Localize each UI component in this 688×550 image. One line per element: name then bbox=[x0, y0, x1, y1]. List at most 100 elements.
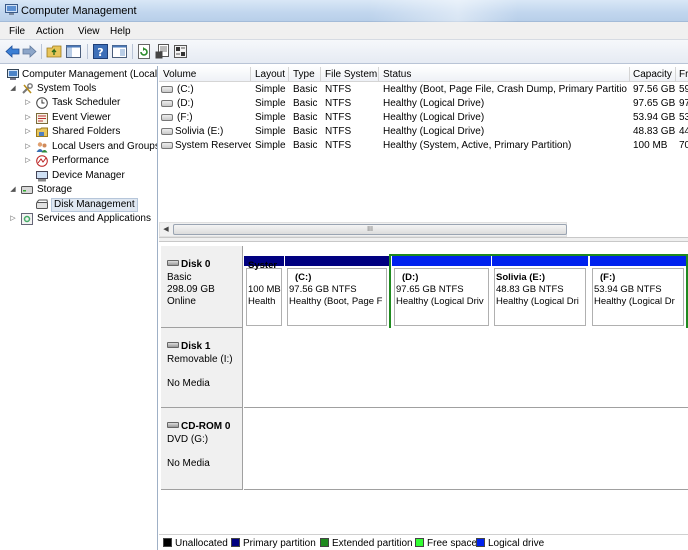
cdrom-0-info[interactable]: CD-ROM 0 DVD (G:) No Media bbox=[161, 408, 243, 490]
legend-swatch bbox=[163, 538, 172, 547]
users-icon bbox=[36, 142, 48, 153]
volume-icon bbox=[161, 128, 173, 135]
legend-swatch bbox=[320, 538, 329, 547]
expand-arrow-icon[interactable]: ▷ bbox=[24, 154, 32, 168]
properties-icon[interactable] bbox=[111, 43, 128, 60]
menu-help[interactable]: Help bbox=[110, 26, 131, 37]
tree-performance[interactable]: ▷ Performance bbox=[0, 154, 157, 168]
column-header-capacity[interactable]: Capacity bbox=[633, 69, 672, 80]
tree-task-scheduler[interactable]: ▷ Task Scheduler bbox=[0, 96, 157, 110]
column-header-type[interactable]: Type bbox=[293, 69, 315, 80]
disk-name: Disk 0 bbox=[167, 259, 210, 270]
partition-color-bar bbox=[392, 256, 491, 266]
partition-e[interactable]: Solivia (E:) 48.83 GB NTFS Healthy (Logi… bbox=[492, 256, 588, 328]
disk-0-info[interactable]: Disk 0 Basic 298.09 GB Online bbox=[161, 246, 243, 328]
storage-icon bbox=[21, 186, 33, 194]
volume-row[interactable]: (F:) Simple Basic NTFS Healthy (Logical … bbox=[159, 111, 688, 125]
disk-name: Disk 1 bbox=[167, 341, 210, 352]
legend-swatch bbox=[231, 538, 240, 547]
volume-icon bbox=[161, 86, 173, 93]
legend-primary: Primary partition bbox=[231, 538, 316, 549]
tools-icon bbox=[22, 83, 33, 94]
performance-icon bbox=[36, 155, 48, 167]
menu-bar: File Action View Help bbox=[0, 22, 688, 40]
title-bar[interactable]: Computer Management bbox=[0, 0, 688, 22]
tree-services-applications[interactable]: ▷ Services and Applications bbox=[0, 212, 157, 226]
partition-color-bar bbox=[285, 256, 389, 266]
volume-icon bbox=[161, 142, 173, 149]
expand-arrow-icon[interactable]: ▷ bbox=[9, 212, 17, 226]
expand-arrow-icon[interactable]: ▷ bbox=[24, 140, 32, 154]
tree-storage[interactable]: ◢ Storage bbox=[0, 183, 157, 197]
refresh-icon[interactable] bbox=[136, 43, 153, 60]
title-glow bbox=[368, 0, 518, 22]
disk-name: CD-ROM 0 bbox=[167, 421, 230, 432]
clock-icon bbox=[36, 97, 48, 109]
volume-row[interactable]: Solivia (E:) Simple Basic NTFS Healthy (… bbox=[159, 125, 688, 139]
tree-system-tools[interactable]: ◢ System Tools bbox=[0, 82, 157, 96]
menu-file[interactable]: File bbox=[9, 26, 25, 37]
collapse-arrow-icon[interactable]: ◢ bbox=[9, 183, 17, 197]
toolbar: ? bbox=[0, 40, 688, 64]
forward-arrow-icon[interactable] bbox=[21, 43, 38, 60]
tree-disk-management[interactable]: Disk Management bbox=[0, 198, 157, 212]
column-header-volume[interactable]: Volume bbox=[163, 69, 196, 80]
show-hide-console-tree-icon[interactable] bbox=[65, 43, 82, 60]
cd-drive-icon bbox=[167, 422, 179, 428]
volume-row[interactable]: System Reserved Simple Basic NTFS Health… bbox=[159, 139, 688, 153]
export-list-icon[interactable] bbox=[154, 43, 171, 60]
menu-view[interactable]: View bbox=[78, 26, 100, 37]
volume-row[interactable]: (C:) Simple Basic NTFS Healthy (Boot, Pa… bbox=[159, 83, 688, 97]
volume-icon bbox=[161, 114, 173, 121]
partition-system-reserved[interactable]: Syster 100 MB Health bbox=[244, 256, 284, 328]
menu-action[interactable]: Action bbox=[36, 26, 64, 37]
column-header-free-space[interactable]: Fr bbox=[679, 69, 688, 80]
tree-event-viewer[interactable]: ▷ Event Viewer bbox=[0, 111, 157, 125]
partition-color-bar bbox=[492, 256, 588, 266]
expand-arrow-icon[interactable]: ▷ bbox=[24, 125, 32, 139]
volume-row[interactable]: (D:) Simple Basic NTFS Healthy (Logical … bbox=[159, 97, 688, 111]
tree-local-users[interactable]: ▷ Local Users and Groups bbox=[0, 140, 157, 154]
partition-c[interactable]: (C:) 97.56 GB NTFS Healthy (Boot, Page F bbox=[285, 256, 389, 328]
partition-f[interactable]: (F:) 53.94 GB NTFS Healthy (Logical Dr bbox=[590, 256, 686, 328]
console-tree: Computer Management (Local ◢ System Tool… bbox=[0, 66, 158, 550]
disk-1-row: Disk 1 Removable (I:) No Media bbox=[159, 328, 688, 408]
volume-list-hscrollbar[interactable]: ◀ III bbox=[159, 222, 567, 237]
legend: Unallocated Primary partition Extended p… bbox=[159, 534, 688, 550]
partition-color-bar bbox=[590, 256, 686, 266]
volume-list-header: Volume Layout Type File System Status Ca… bbox=[159, 66, 688, 82]
collapse-arrow-icon[interactable]: ◢ bbox=[9, 82, 17, 96]
cdrom-0-row: CD-ROM 0 DVD (G:) No Media bbox=[159, 408, 688, 490]
column-header-file-system[interactable]: File System bbox=[325, 69, 377, 80]
event-viewer-icon bbox=[36, 113, 48, 124]
device-manager-icon bbox=[36, 171, 48, 182]
window-title: Computer Management bbox=[21, 5, 137, 17]
disk-1-area bbox=[244, 328, 688, 408]
scrollbar-thumb[interactable]: III bbox=[173, 224, 567, 235]
expand-arrow-icon[interactable]: ▷ bbox=[24, 111, 32, 125]
svg-text:?: ? bbox=[97, 46, 103, 59]
partition-d[interactable]: (D:) 97.65 GB NTFS Healthy (Logical Driv bbox=[392, 256, 491, 328]
computer-icon bbox=[7, 69, 19, 80]
help-icon[interactable]: ? bbox=[92, 43, 109, 60]
tree-shared-folders[interactable]: ▷ Shared Folders bbox=[0, 125, 157, 139]
legend-swatch bbox=[415, 538, 424, 547]
settings-icon[interactable] bbox=[172, 43, 189, 60]
disk-icon bbox=[36, 199, 48, 209]
back-arrow-icon[interactable] bbox=[4, 43, 21, 60]
tree-computer-management[interactable]: Computer Management (Local bbox=[0, 68, 157, 82]
legend-free-space: Free space bbox=[415, 538, 477, 549]
tree-device-manager[interactable]: Device Manager bbox=[0, 169, 157, 183]
disk-0-row: Disk 0 Basic 298.09 GB Online Syster 100… bbox=[159, 246, 688, 330]
cdrom-0-area bbox=[244, 408, 688, 490]
scroll-left-arrow-icon[interactable]: ◀ bbox=[161, 225, 171, 235]
volume-list: Volume Layout Type File System Status Ca… bbox=[159, 66, 688, 237]
legend-swatch bbox=[476, 538, 485, 547]
expand-arrow-icon[interactable]: ▷ bbox=[24, 96, 32, 110]
column-header-status[interactable]: Status bbox=[383, 69, 411, 80]
column-header-layout[interactable]: Layout bbox=[255, 69, 285, 80]
shared-folder-icon bbox=[36, 127, 48, 137]
volume-icon bbox=[161, 100, 173, 107]
disk-1-info[interactable]: Disk 1 Removable (I:) No Media bbox=[161, 328, 243, 408]
up-folder-icon[interactable] bbox=[46, 43, 63, 60]
